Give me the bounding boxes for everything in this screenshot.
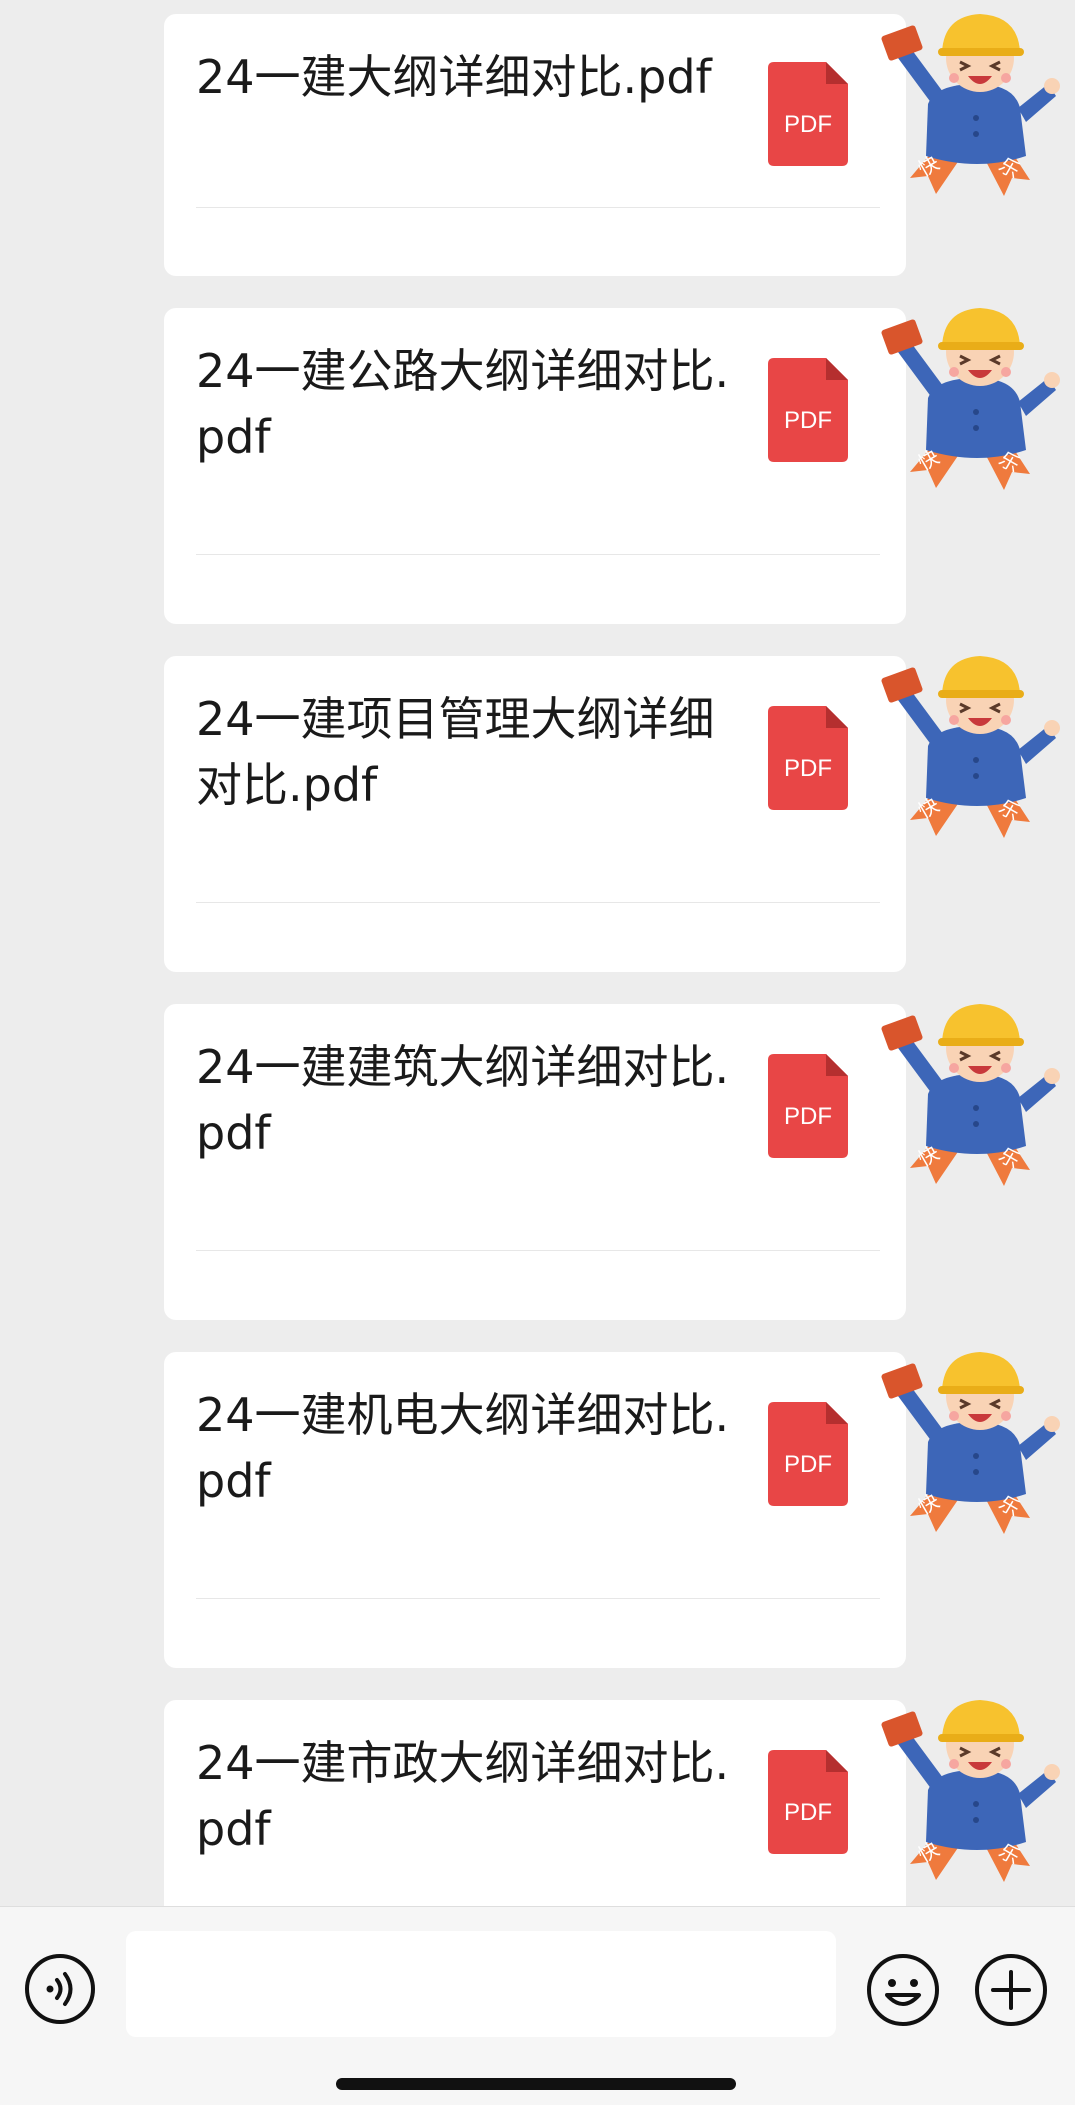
worker-avatar[interactable] bbox=[880, 0, 1075, 200]
worker-avatar[interactable] bbox=[880, 990, 1075, 1190]
worker-avatar[interactable] bbox=[880, 294, 1075, 494]
card-divider bbox=[196, 554, 880, 555]
file-name: 24一建市政大纲详细对比.pdf bbox=[196, 1736, 730, 1856]
file-name: 24一建建筑大纲详细对比.pdf bbox=[196, 1040, 730, 1160]
pdf-file-icon bbox=[768, 1402, 848, 1506]
worker-avatar[interactable] bbox=[880, 1338, 1075, 1538]
pdf-file-icon bbox=[768, 1054, 848, 1158]
worker-avatar[interactable] bbox=[880, 642, 1075, 842]
file-name: 24一建机电大纲详细对比.pdf bbox=[196, 1388, 730, 1508]
file-message: 24一建市政大纲详细对比.pdf bbox=[0, 1698, 1075, 1906]
card-divider bbox=[196, 1598, 880, 1599]
file-card[interactable]: 24一建建筑大纲详细对比.pdf bbox=[164, 1004, 906, 1320]
file-card[interactable]: 24一建大纲详细对比.pdf bbox=[164, 14, 906, 276]
home-indicator[interactable] bbox=[336, 2078, 736, 2090]
file-card[interactable]: 24一建市政大纲详细对比.pdf bbox=[164, 1700, 906, 1906]
file-message: 24一建机电大纲详细对比.pdf bbox=[0, 1350, 1075, 1668]
plus-icon[interactable] bbox=[974, 1953, 1048, 2027]
smile-icon[interactable] bbox=[866, 1953, 940, 2027]
pdf-file-icon bbox=[768, 706, 848, 810]
chat-input-bar bbox=[0, 1906, 1075, 2105]
worker-avatar[interactable] bbox=[880, 1686, 1075, 1886]
pdf-file-icon bbox=[768, 1750, 848, 1854]
voice-icon[interactable] bbox=[24, 1953, 96, 2025]
file-message: 24一建项目管理大纲详细对比.pdf bbox=[0, 654, 1075, 972]
pdf-file-icon bbox=[768, 62, 848, 166]
file-name: 24一建公路大纲详细对比.pdf bbox=[196, 344, 730, 464]
card-divider bbox=[196, 207, 880, 208]
file-message: 24一建建筑大纲详细对比.pdf bbox=[0, 1002, 1075, 1320]
chat-message-list[interactable]: 24一建大纲详细对比.pdf 24一建公路大纲详细对比.pdf 24一建项目管理… bbox=[0, 0, 1075, 1906]
file-name: 24一建项目管理大纲详细对比.pdf bbox=[196, 692, 715, 812]
message-input[interactable] bbox=[126, 1931, 836, 2037]
file-name: 24一建大纲详细对比.pdf bbox=[196, 50, 712, 104]
card-divider bbox=[196, 902, 880, 903]
file-card[interactable]: 24一建项目管理大纲详细对比.pdf bbox=[164, 656, 906, 972]
file-card[interactable]: 24一建公路大纲详细对比.pdf bbox=[164, 308, 906, 624]
card-divider bbox=[196, 1250, 880, 1251]
file-card[interactable]: 24一建机电大纲详细对比.pdf bbox=[164, 1352, 906, 1668]
file-message: 24一建公路大纲详细对比.pdf bbox=[0, 306, 1075, 624]
file-message: 24一建大纲详细对比.pdf bbox=[0, 12, 1075, 276]
pdf-file-icon bbox=[768, 358, 848, 462]
